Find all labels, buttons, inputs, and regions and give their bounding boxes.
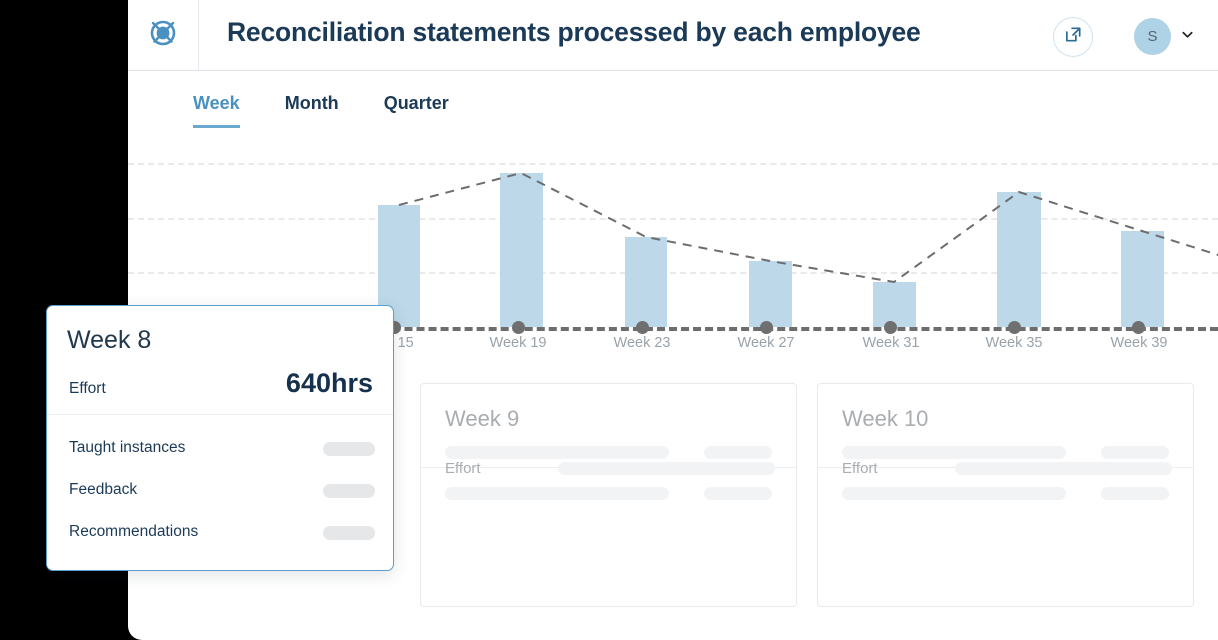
axis-label: Week 39 (1110, 335, 1168, 351)
external-link-icon (1064, 25, 1083, 49)
compass-circle-logo-icon (143, 13, 183, 58)
row-value-placeholder (1101, 487, 1169, 500)
tooltip-row-label: Recommendations (69, 523, 199, 540)
axis-label: Week 19 (489, 335, 547, 351)
axis-point (1132, 321, 1145, 334)
tab-month[interactable]: Month (285, 93, 339, 128)
logo-cell[interactable] (128, 0, 199, 70)
axis-label: Week 27 (737, 335, 795, 351)
week-card-title: Week 9 (445, 406, 520, 431)
axis-point (884, 321, 897, 334)
avatar: S (1134, 18, 1171, 55)
gridline (128, 272, 1218, 274)
tooltip-row-value-placeholder (323, 526, 375, 540)
tooltip-row-label: Taught instances (69, 439, 186, 456)
app-header: Reconciliation statements processed by e… (128, 0, 1218, 71)
page-title: Reconciliation statements processed by e… (227, 17, 921, 47)
gridline (128, 218, 1218, 220)
period-tabs: Week Month Quarter (128, 71, 1218, 141)
row-label-placeholder (842, 446, 1066, 459)
row-value-placeholder (704, 487, 772, 500)
chart-bar[interactable] (1121, 231, 1164, 327)
chevron-down-icon (1180, 27, 1195, 47)
chart-bar[interactable] (500, 173, 543, 327)
row-label-placeholder (842, 487, 1066, 500)
week-card-effort-label: Effort (842, 460, 878, 477)
axis-point (760, 321, 773, 334)
row-label-placeholder (445, 487, 669, 500)
row-value-placeholder (704, 446, 772, 459)
chart-bar[interactable] (749, 261, 792, 327)
week-card-effort-label: Effort (445, 460, 481, 477)
row-value-placeholder (1101, 446, 1169, 459)
tooltip-row-value-placeholder (323, 442, 375, 456)
tooltip-week-title: Week 8 (67, 326, 152, 354)
chart-bar[interactable] (873, 282, 916, 327)
tab-quarter[interactable]: Quarter (384, 93, 449, 128)
screenshot-root: Reconciliation statements processed by e… (0, 0, 1218, 640)
axis-point (636, 321, 649, 334)
user-menu[interactable]: S (1134, 18, 1195, 55)
tooltip-row: Feedback (47, 481, 395, 502)
chart-tooltip: Week 8 Effort 640hrs Taught instances Fe… (46, 305, 394, 571)
external-link-button[interactable] (1053, 17, 1093, 57)
week-card-title: Week 10 (842, 406, 929, 431)
tooltip-header: Week 8 Effort 640hrs (47, 306, 393, 415)
axis-label: Week 35 (985, 335, 1043, 351)
tooltip-row: Recommendations (47, 523, 395, 544)
tooltip-effort-label: Effort (69, 380, 106, 397)
effort-value-placeholder (558, 462, 775, 475)
axis-point (512, 321, 525, 334)
tooltip-row-label: Feedback (69, 481, 138, 498)
axis-label: Week 31 (862, 335, 920, 351)
tooltip-effort-value: 640hrs (285, 368, 373, 398)
week-card[interactable]: Week 10 Effort (817, 383, 1194, 607)
tooltip-row: Taught instances (47, 439, 395, 460)
week-card[interactable]: Week 9 Effort (420, 383, 797, 607)
effort-value-placeholder (955, 462, 1172, 475)
axis-point (1008, 321, 1021, 334)
gridline (128, 163, 1218, 165)
axis-label: Week 23 (613, 335, 671, 351)
tooltip-row-value-placeholder (323, 484, 375, 498)
chart-bar[interactable] (997, 192, 1041, 327)
row-label-placeholder (445, 446, 669, 459)
tab-week[interactable]: Week (193, 93, 240, 128)
chart-bar[interactable] (625, 237, 667, 327)
